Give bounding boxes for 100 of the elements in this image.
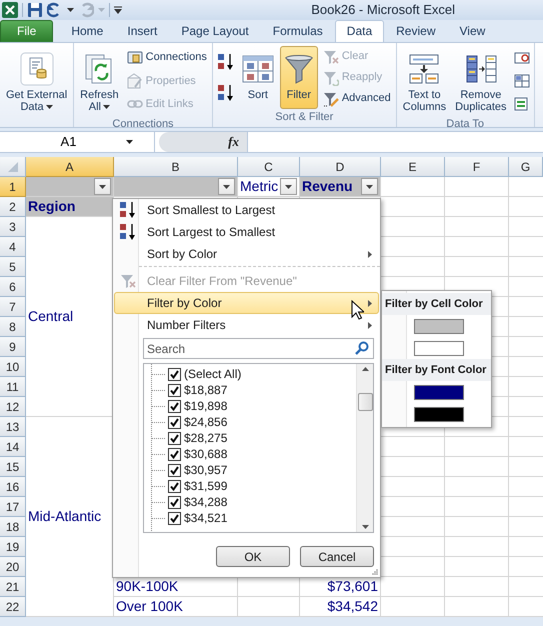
remove-duplicates-icon [464,53,497,85]
get-external-data-icon [20,52,54,86]
row-header[interactable]: 21 [0,577,26,597]
funnel-refresh-icon [322,70,339,86]
row-header[interactable]: 17 [0,497,26,517]
window-title: Book26 - Microsoft Excel [311,1,455,20]
value-label: (Select All) [184,366,242,383]
ribbon-tab[interactable]: Insert [115,20,170,42]
column-header[interactable]: B [114,157,238,177]
value-label: $30,957 [184,462,228,479]
row-header[interactable]: 18 [0,517,26,537]
ribbon-button[interactable]: Get External Data [3,46,70,116]
ribbon-tab[interactable]: Review [384,20,448,42]
row-header[interactable]: 2 [0,197,26,217]
ribbon-tab[interactable]: View [448,20,498,42]
resize-grip[interactable] [371,568,379,576]
color-swatch[interactable] [414,340,464,356]
sort-ascending-icon[interactable] [216,52,235,72]
row-header[interactable]: 4 [0,237,26,257]
row-header[interactable]: 6 [0,277,26,297]
caret-icon[interactable] [67,8,74,12]
column-header[interactable]: C [238,157,300,177]
funnel-clear-icon [322,48,339,64]
filter-dropdown-button[interactable] [361,178,378,195]
row-header[interactable]: 22 [0,597,26,617]
checkbox[interactable] [168,368,181,380]
row-header[interactable]: 8 [0,317,26,337]
value-label: $28,275 [184,430,228,447]
checkbox[interactable] [168,480,181,492]
ribbon-button[interactable]: Refresh All [77,46,122,116]
color-swatch[interactable] [414,384,464,400]
checkbox[interactable] [168,496,181,508]
save-icon[interactable] [27,2,43,18]
value-label: $18,887 [184,382,228,399]
sort-grid-icon [242,53,274,85]
row-header[interactable]: 20 [0,557,26,577]
row-header[interactable]: 12 [0,397,26,417]
column-header[interactable]: A [26,157,114,177]
menu-item[interactable]: Sort Smallest to Largest [114,199,379,221]
menu-item[interactable]: Sort Largest to Smallest [114,221,379,243]
row-header[interactable]: 16 [0,477,26,497]
column-header[interactable]: G [509,157,543,177]
color-swatch[interactable] [414,406,464,422]
menu-item[interactable]: Sort by Color [114,243,379,265]
row-header[interactable]: 15 [0,457,26,477]
checkbox[interactable] [168,384,181,396]
color-swatch[interactable] [414,318,464,334]
checkbox[interactable] [168,400,181,412]
scroll-down-button[interactable] [362,525,368,529]
value-label: $34,521 [184,510,228,527]
funnel-pencil-icon [322,90,339,106]
checkbox[interactable] [168,464,181,476]
insert-function-button[interactable]: fx [228,132,239,152]
filter-dropdown-button[interactable] [280,178,297,195]
checkbox[interactable] [168,416,181,428]
row-header[interactable]: 13 [0,417,26,437]
customize-toolbar-icon[interactable] [114,6,122,14]
ribbon-button[interactable]: Advanced [322,89,392,108]
checkbox[interactable] [168,432,181,444]
ribbon-tab[interactable]: Page Layout [169,20,261,42]
filter-dropdown-button[interactable] [94,178,111,195]
row-header[interactable]: 3 [0,217,26,237]
dialog-button[interactable]: OK [216,546,290,567]
menu-item[interactable]: Filter by Color [114,292,379,314]
ribbon-tab[interactable]: Home [59,20,116,42]
ribbon-button[interactable]: Remove Duplicates [452,46,510,116]
caret-icon [223,184,230,188]
value-label: $24,856 [184,414,228,431]
value-label: $31,599 [184,478,228,495]
search-field[interactable]: Search [143,338,374,359]
row-header[interactable]: 9 [0,337,26,357]
dialog-button[interactable]: Cancel [300,546,374,567]
row-header[interactable]: 19 [0,537,26,557]
scrollbar-thumb[interactable] [358,393,372,411]
menu-item[interactable]: Number Filters [114,314,379,336]
ribbon-button[interactable]: Text to Columns [400,46,450,116]
row-header[interactable]: 10 [0,357,26,377]
ribbon-button[interactable]: Connections [126,48,208,67]
row-header[interactable]: 1 [0,177,26,197]
ribbon-tab[interactable]: Formulas [260,20,335,42]
name-box[interactable]: A1 [0,132,155,152]
funnel-clear-icon [120,273,136,289]
row-header[interactable]: 14 [0,437,26,457]
row-header[interactable]: 5 [0,257,26,277]
value-label: $34,288 [184,494,228,511]
row-header[interactable]: 7 [0,297,26,317]
column-header[interactable]: F [445,157,509,177]
row-header[interactable]: 11 [0,377,26,397]
scroll-up-button[interactable] [362,367,368,371]
connections-icon [126,50,143,66]
ribbon-button[interactable]: Filter [280,46,318,109]
checkbox[interactable] [168,512,181,524]
column-header[interactable]: D [300,157,381,177]
ribbon-button[interactable]: Sort [238,46,277,109]
checkbox[interactable] [168,448,181,460]
column-header[interactable]: E [381,157,445,177]
ribbon-tab[interactable]: Data [334,20,384,42]
filter-dropdown-button[interactable] [218,178,235,195]
file-tab[interactable]: File [0,20,54,42]
sort-descending-icon[interactable] [216,83,235,104]
